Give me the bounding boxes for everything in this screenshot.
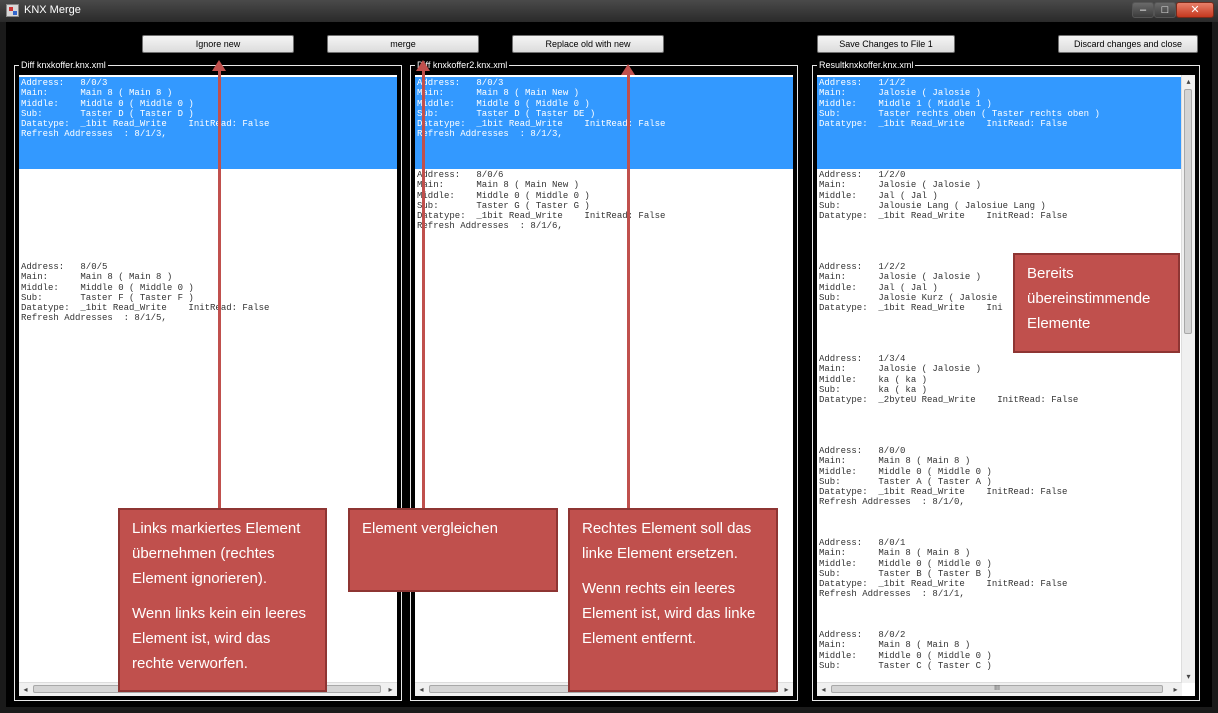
annotation-text: Bereits übereinstimmende Elemente <box>1027 265 1151 332</box>
annotation-text: Rechtes Element soll das linke Element e… <box>582 520 752 562</box>
merge-button[interactable]: merge <box>327 35 479 53</box>
list-item-empty[interactable] <box>19 169 397 261</box>
list-item[interactable]: Address: 8/0/3 Main: Main 8 ( Main New )… <box>415 77 793 169</box>
vertical-scrollbar[interactable]: ▴ ▾ <box>1181 75 1195 683</box>
result-list[interactable]: Address: 1/1/2 Main: Jalosie ( Jalosie )… <box>817 75 1195 696</box>
item-text: Address: 8/0/1 Main: Main 8 ( Main 8 ) M… <box>819 538 1068 600</box>
ignore-new-annotation: Links markiertes Element übernehmen (rec… <box>118 508 327 692</box>
left-panel-title: Diff knxkoffer.knx.xml <box>19 59 108 71</box>
arrow-up-icon <box>416 60 430 71</box>
annotation-arrow-line <box>422 68 425 508</box>
list-item[interactable]: Address: 1/1/2 Main: Jalosie ( Jalosie )… <box>817 77 1182 169</box>
title-bar: KNX Merge ‒ □ ✕ <box>0 0 1218 22</box>
item-text: Address: 1/3/4 Main: Jalosie ( Jalosie )… <box>819 354 1079 406</box>
item-text: Address: 8/0/3 Main: Main 8 ( Main 8 ) M… <box>21 78 270 140</box>
scroll-down-icon[interactable]: ▾ <box>1182 670 1195 683</box>
item-text: Address: 1/1/2 Main: Jalosie ( Jalosie )… <box>819 78 1100 130</box>
annotation-text: Links markiertes Element übernehmen (rec… <box>132 520 301 587</box>
annotation-text: Wenn rechts ein leeres Element ist, wird… <box>582 580 756 647</box>
annotation-text: Element vergleichen <box>362 520 498 537</box>
app-icon <box>6 4 19 17</box>
arrow-up-icon <box>621 64 635 75</box>
window-title: KNX Merge <box>24 4 81 16</box>
discard-changes-button[interactable]: Discard changes and close <box>1058 35 1198 53</box>
scroll-up-icon[interactable]: ▴ <box>1182 75 1195 88</box>
scroll-thumb[interactable] <box>1184 89 1192 334</box>
list-item[interactable]: Address: 8/0/3 Main: Main 8 ( Main 8 ) M… <box>19 77 397 169</box>
scroll-left-icon[interactable]: ◂ <box>415 683 428 696</box>
list-item[interactable]: Address: 8/0/0 Main: Main 8 ( Main 8 ) M… <box>817 445 1182 537</box>
list-item[interactable]: Address: 8/0/1 Main: Main 8 ( Main 8 ) M… <box>817 537 1182 629</box>
arrow-up-icon <box>212 60 226 71</box>
result-panel: Resultknxkoffer.knx.xml Address: 1/1/2 M… <box>812 59 1200 701</box>
close-button[interactable]: ✕ <box>1176 2 1214 18</box>
item-text: Address: 8/0/5 Main: Main 8 ( Main 8 ) M… <box>21 262 270 324</box>
scroll-left-icon[interactable]: ◂ <box>19 683 32 696</box>
replace-old-with-new-button[interactable]: Replace old with new <box>512 35 664 53</box>
annotation-arrow-line <box>218 68 221 508</box>
list-item[interactable]: Address: 8/0/5 Main: Main 8 ( Main 8 ) M… <box>19 261 397 353</box>
list-item[interactable]: Address: 1/2/0 Main: Jalosie ( Jalosie )… <box>817 169 1182 261</box>
scroll-right-icon[interactable]: ▸ <box>780 683 793 696</box>
scroll-thumb[interactable]: III <box>831 685 1163 693</box>
save-changes-button[interactable]: Save Changes to File 1 <box>817 35 955 53</box>
annotation-text: Wenn links kein ein leeres Element ist, … <box>132 605 306 672</box>
scroll-left-icon[interactable]: ◂ <box>817 683 830 696</box>
scroll-right-icon[interactable]: ▸ <box>1169 683 1182 696</box>
result-panel-title: Resultknxkoffer.knx.xml <box>817 59 916 71</box>
scroll-right-icon[interactable]: ▸ <box>384 683 397 696</box>
annotation-arrow-line <box>627 72 630 508</box>
ignore-new-button[interactable]: Ignore new <box>142 35 294 53</box>
item-text: Address: 1/2/0 Main: Jalosie ( Jalosie )… <box>819 170 1068 222</box>
maximize-button[interactable]: □ <box>1154 2 1176 18</box>
item-text: Address: 8/0/0 Main: Main 8 ( Main 8 ) M… <box>819 446 1068 508</box>
item-text: Address: 8/0/6 Main: Main 8 ( Main New )… <box>417 170 666 232</box>
list-item[interactable]: Address: 8/0/6 Main: Main 8 ( Main New )… <box>415 169 793 261</box>
item-text: Address: 8/0/2 Main: Main 8 ( Main 8 ) M… <box>819 630 992 671</box>
replace-annotation: Rechtes Element soll das linke Element e… <box>568 508 778 692</box>
item-text: Address: 8/0/3 Main: Main 8 ( Main New )… <box>417 78 666 140</box>
minimize-button[interactable]: ‒ <box>1132 2 1154 18</box>
list-item[interactable]: Address: 1/3/4 Main: Jalosie ( Jalosie )… <box>817 353 1182 445</box>
merge-annotation: Element vergleichen <box>348 508 558 592</box>
matching-elements-annotation: Bereits übereinstimmende Elemente <box>1013 253 1180 353</box>
horizontal-scrollbar[interactable]: ◂ III ▸ <box>817 682 1182 696</box>
